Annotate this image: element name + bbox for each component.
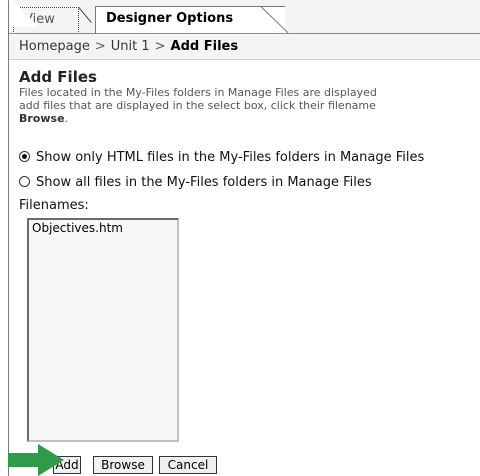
cancel-button[interactable]: Cancel (159, 456, 217, 474)
radio-html-only[interactable]: Show only HTML files in the My-Files fol… (19, 148, 424, 168)
description-line-3: Browse. (19, 112, 480, 125)
page-description: Files located in the My-Files folders in… (19, 86, 480, 125)
breadcrumb-current: Add Files (170, 39, 239, 54)
description-browse-word: Browse (19, 112, 65, 125)
breadcrumb: Homepage > Unit 1 > Add Files (9, 34, 480, 60)
breadcrumb-home[interactable]: Homepage (19, 39, 90, 54)
description-line-1: Files located in the My-Files folders in… (19, 86, 377, 99)
radio-all-files-button[interactable] (19, 176, 30, 187)
radio-all-files[interactable]: Show all files in the My-Files folders i… (19, 173, 372, 193)
tab-designer-options[interactable]: Designer Options (95, 6, 285, 33)
green-arrow-icon (8, 444, 64, 476)
filenames-label: Filenames: (19, 198, 89, 213)
breadcrumb-unit[interactable]: Unit 1 (111, 39, 150, 54)
tab-designer-label: Designer Options (106, 11, 234, 26)
radio-html-only-button[interactable] (19, 151, 30, 162)
main-content: Add Files Files located in the My-Files … (19, 68, 480, 213)
green-arrow-shape (8, 444, 64, 476)
file-option[interactable]: Objectives.htm (32, 221, 174, 236)
filenames-select-box[interactable]: Objectives.htm (27, 218, 179, 442)
browse-button[interactable]: Browse (93, 456, 153, 474)
breadcrumb-separator: > (94, 39, 106, 54)
description-line-2: add files that are displayed in the sele… (19, 99, 376, 112)
radio-html-only-label: Show only HTML files in the My-Files fol… (36, 150, 425, 165)
description-period: . (64, 112, 69, 125)
breadcrumb-separator: > (154, 39, 166, 54)
page-title: Add Files (19, 68, 97, 86)
radio-all-files-label: Show all files in the My-Files folders i… (36, 175, 372, 190)
designer-frame: View Designer Options Homepage > Unit 1 > Ad… (8, 0, 480, 476)
